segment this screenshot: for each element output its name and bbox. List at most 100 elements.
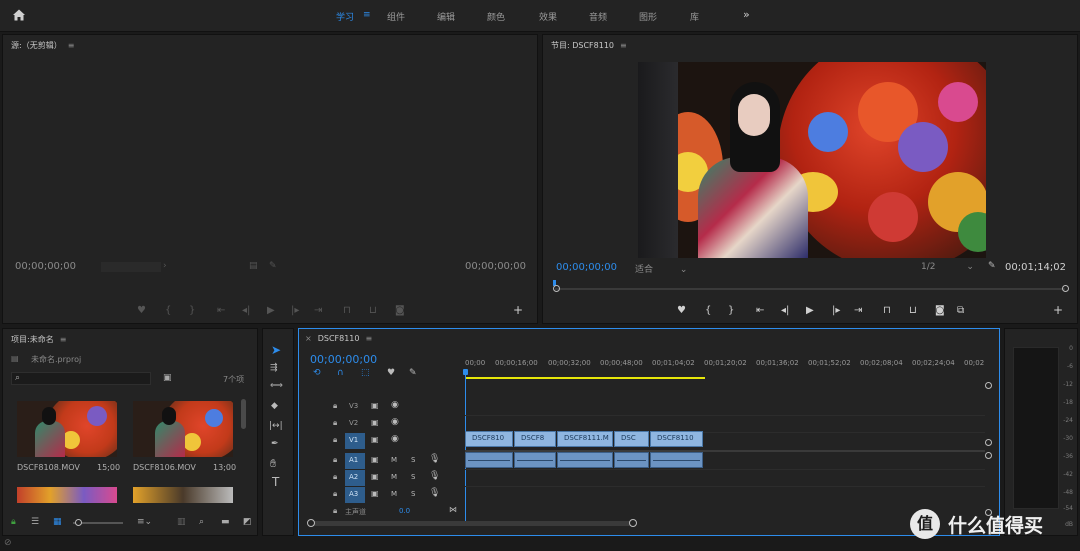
solo-button[interactable]: S — [411, 456, 415, 464]
hand-tool-icon[interactable]: ✋︎ — [270, 457, 276, 471]
mute-button[interactable]: M — [391, 456, 397, 464]
audio-clip[interactable] — [614, 452, 649, 468]
lock-icon[interactable]: 🔒︎ — [333, 472, 337, 482]
panel-menu-icon[interactable]: ≡ — [620, 41, 627, 50]
add-marker-icon[interactable]: ⬚ — [361, 368, 370, 378]
scroll-handle-right[interactable] — [1062, 285, 1069, 292]
home-icon[interactable] — [12, 8, 26, 22]
mark-out-icon[interactable]: } — [189, 305, 195, 316]
wrench-icon[interactable]: ✎ — [269, 261, 277, 271]
camera-icon[interactable]: ▣ — [371, 418, 379, 427]
panel-menu-icon[interactable]: ≡ — [68, 41, 75, 50]
video-clip[interactable]: DSCF810 — [465, 431, 513, 447]
sync-lock-icon[interactable]: ▣ — [371, 455, 379, 464]
pen-tool-icon[interactable]: ✒ — [271, 439, 279, 449]
tab-assembly[interactable]: 组件 — [387, 10, 405, 23]
video-scroll-handle[interactable] — [985, 382, 992, 389]
play-icon[interactable]: ▶ — [806, 305, 814, 316]
linked-selection-icon[interactable]: ∩ — [337, 368, 344, 378]
lock-icon[interactable]: 🔒︎ — [333, 455, 337, 465]
fit-dropdown[interactable]: 适合 ⌄ — [635, 262, 687, 275]
timeline-timecode[interactable]: 00;00;00;00 — [310, 353, 377, 366]
mark-in-icon[interactable]: { — [165, 305, 171, 316]
tab-editing[interactable]: 编辑 — [437, 10, 455, 23]
type-tool-icon[interactable]: T — [272, 475, 279, 489]
insert-icon[interactable]: ⊓ — [343, 305, 351, 316]
tab-menu-icon[interactable]: ≡ — [363, 10, 371, 20]
project-thumbnail[interactable] — [17, 401, 117, 457]
play-icon[interactable]: ▶ — [267, 305, 275, 316]
tab-learn[interactable]: 学习 — [336, 10, 354, 23]
master-volume-value[interactable]: 0.0 — [399, 507, 410, 515]
project-thumbnail[interactable] — [17, 487, 117, 503]
audio-clip[interactable] — [514, 452, 556, 468]
video-scroll-handle[interactable] — [985, 439, 992, 446]
video-clip[interactable]: DSCF8111.M — [557, 431, 613, 447]
marker-icon[interactable]: ♥ — [387, 368, 395, 378]
audio-clip[interactable] — [557, 452, 613, 468]
go-to-end-icon[interactable]: ⋈ — [449, 505, 457, 514]
new-bin-icon[interactable]: ▬ — [221, 517, 230, 527]
find-icon[interactable]: ⌕ — [199, 517, 204, 527]
mute-button[interactable]: M — [391, 490, 397, 498]
chevron-right-icon[interactable]: › — [163, 261, 167, 271]
scroll-handle-left[interactable] — [553, 285, 560, 292]
go-to-in-icon[interactable]: ⇤ — [217, 305, 225, 316]
camera-icon[interactable]: ▣ — [371, 401, 379, 410]
step-back-icon[interactable]: ◂| — [242, 305, 250, 316]
panel-menu-icon[interactable]: ≡ — [366, 334, 373, 343]
source-timecode-in[interactable]: 00;00;00;00 — [15, 261, 76, 272]
snap-icon[interactable]: ⟲ — [313, 368, 321, 378]
lock-icon[interactable]: 🔒︎ — [333, 489, 337, 499]
project-thumbnail[interactable] — [133, 401, 233, 457]
track-label[interactable]: A2 — [345, 470, 365, 486]
track-label[interactable]: V3 — [349, 402, 358, 410]
tab-audio[interactable]: 音频 — [589, 10, 607, 23]
video-clip[interactable]: DSCF8110 — [650, 431, 703, 447]
lock-icon[interactable]: 🔒︎ — [333, 401, 337, 411]
project-scrollbar[interactable] — [241, 399, 246, 429]
step-back-icon[interactable]: ◂| — [781, 305, 789, 316]
mark-in-icon[interactable]: { — [705, 305, 711, 316]
extract-icon[interactable]: ⊔ — [909, 305, 917, 316]
wrench-icon[interactable]: ✎ — [988, 261, 996, 271]
camera-icon[interactable]: ▣ — [371, 435, 379, 444]
add-button-icon[interactable]: + — [513, 303, 523, 317]
project-thumbnail[interactable] — [133, 487, 233, 503]
mark-out-icon[interactable]: } — [728, 305, 734, 316]
audio-clip[interactable] — [650, 452, 703, 468]
sequence-tab[interactable]: × DSCF8110 ≡ — [305, 334, 372, 343]
new-search-bin-icon[interactable]: ▣ — [163, 373, 172, 383]
track-label[interactable]: A3 — [345, 487, 365, 503]
go-to-out-icon[interactable]: ⇥ — [854, 305, 862, 316]
lock-icon[interactable]: 🔒︎ — [333, 418, 337, 428]
settings-icon[interactable]: ▤ — [249, 261, 258, 271]
selection-tool-icon[interactable]: ➤ — [271, 343, 281, 357]
camera-icon[interactable]: ◙ — [395, 305, 405, 316]
step-forward-icon[interactable]: |▸ — [832, 305, 840, 316]
camera-icon[interactable]: ◙ — [935, 305, 945, 316]
lock-icon[interactable]: 🔒︎ — [333, 506, 337, 516]
compare-icon[interactable]: ⧉ — [957, 305, 964, 316]
mute-button[interactable]: M — [391, 473, 397, 481]
eye-icon[interactable]: ◉ — [391, 434, 399, 444]
list-view-icon[interactable]: ☰ — [31, 517, 39, 527]
close-icon[interactable]: × — [305, 334, 312, 343]
solo-button[interactable]: S — [411, 490, 415, 498]
video-clip[interactable]: DSC — [614, 431, 649, 447]
solo-button[interactable]: S — [411, 473, 415, 481]
sort-icon[interactable]: ≡⌄ — [137, 517, 152, 527]
audio-clip[interactable] — [465, 452, 513, 468]
icon-view-icon[interactable]: ▦ — [53, 517, 62, 527]
panel-menu-icon[interactable]: ≡ — [60, 335, 67, 344]
tab-color[interactable]: 颜色 — [487, 10, 505, 23]
go-to-in-icon[interactable]: ⇤ — [756, 305, 764, 316]
step-forward-icon[interactable]: |▸ — [291, 305, 299, 316]
add-button-icon[interactable]: + — [1053, 303, 1063, 317]
microphone-icon[interactable]: 🎙︎ — [429, 454, 440, 464]
track-label[interactable]: V2 — [349, 419, 358, 427]
track-label[interactable]: V1 — [345, 433, 365, 449]
program-playhead-timecode[interactable]: 00;00;00;00 — [556, 262, 617, 273]
slip-tool-icon[interactable]: |↔| — [269, 421, 283, 431]
sync-lock-icon[interactable]: ▣ — [371, 472, 379, 481]
